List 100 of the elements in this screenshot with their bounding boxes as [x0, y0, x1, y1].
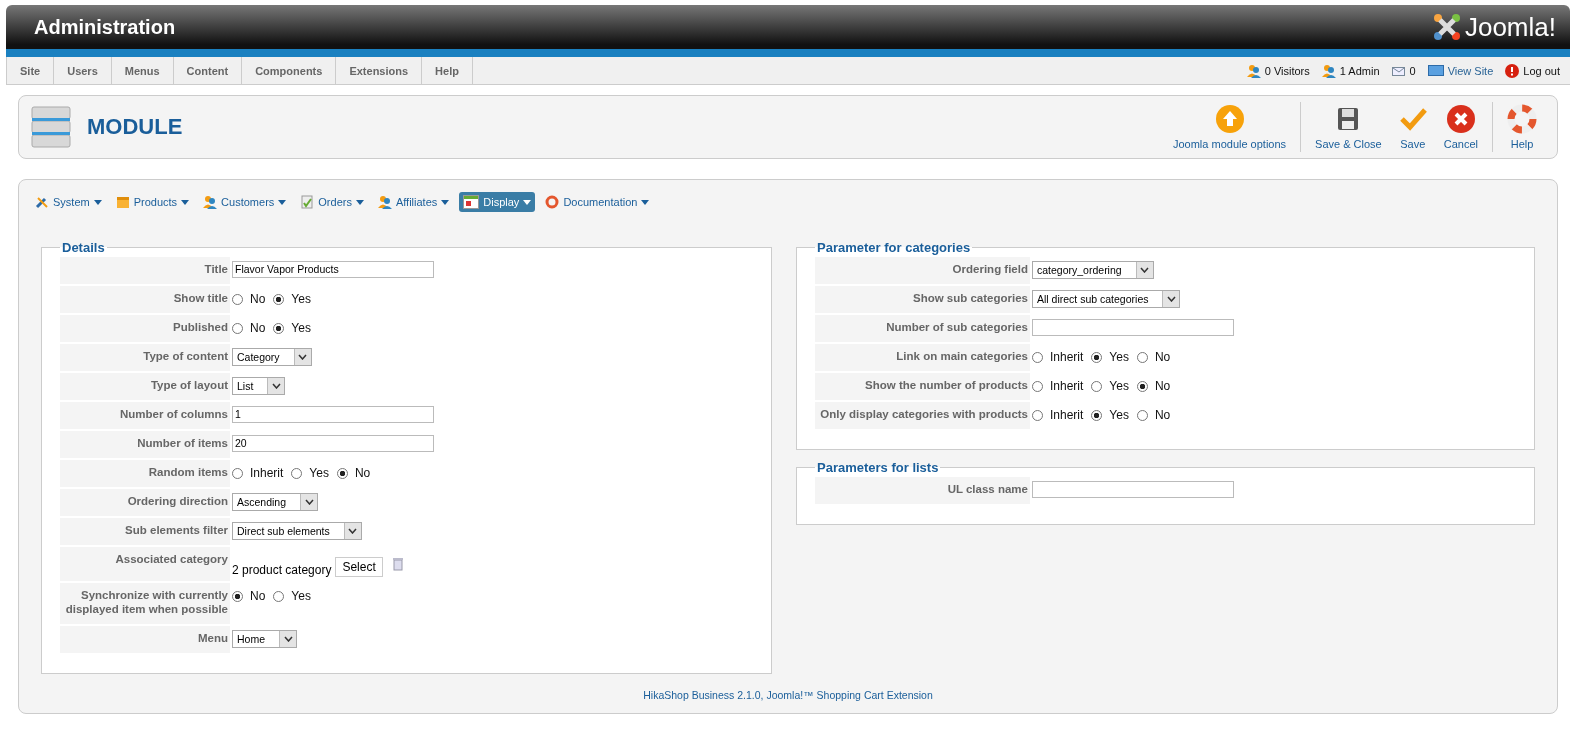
toolbar-button[interactable]: Help: [1499, 104, 1545, 150]
radio-button[interactable]: [1091, 409, 1103, 421]
nav-menu-item[interactable]: Orders: [296, 192, 368, 212]
nav-menu-item[interactable]: Documentation: [541, 192, 654, 212]
nav-menu-item[interactable]: Customers: [199, 192, 291, 212]
radio-button[interactable]: [1091, 380, 1103, 392]
toolbar-button[interactable]: Save & Close: [1307, 104, 1390, 150]
menu-item[interactable]: Menus: [111, 57, 174, 84]
status-link[interactable]: 0 Visitors: [1264, 64, 1310, 77]
radio-button[interactable]: [1136, 409, 1148, 421]
page-title: MODULE: [87, 114, 183, 140]
radio-button[interactable]: [1136, 351, 1148, 363]
select-field[interactable]: Direct sub elements: [232, 522, 362, 540]
select-field[interactable]: Home: [232, 630, 297, 648]
toolbar-button[interactable]: Cancel: [1435, 104, 1486, 150]
radio-label[interactable]: No: [1154, 408, 1171, 422]
radio-label[interactable]: No: [354, 466, 371, 480]
caret-icon: [304, 499, 314, 505]
caret-icon: [93, 199, 102, 205]
select-field[interactable]: Category: [232, 348, 312, 366]
status-link[interactable]: View Site: [1447, 64, 1494, 77]
menu-item[interactable]: Users: [54, 57, 112, 84]
alert-icon: [1505, 63, 1520, 78]
select-field[interactable]: category_ordering: [1032, 261, 1154, 279]
caret-icon: [641, 199, 650, 205]
input-field[interactable]: 1: [232, 406, 434, 423]
nav-menu-item[interactable]: Display: [459, 192, 536, 212]
select-button[interactable]: Select: [335, 557, 383, 577]
field-label: Number of sub categories: [815, 315, 1030, 342]
caret-icon: [441, 199, 450, 205]
radio-button[interactable]: [1032, 351, 1043, 363]
field-label: Type of layout: [60, 373, 230, 400]
select-field[interactable]: All direct sub categories: [1032, 290, 1181, 308]
radio-label[interactable]: Yes: [291, 589, 311, 603]
radio-button[interactable]: [232, 293, 243, 305]
input-field[interactable]: 20: [232, 435, 434, 452]
menu-item[interactable]: Extensions: [336, 57, 423, 84]
field-label: Number of columns: [60, 402, 230, 429]
menu-item[interactable]: Help: [422, 57, 473, 84]
radio-button[interactable]: [273, 293, 285, 305]
radio-button[interactable]: [291, 467, 303, 479]
toolbar-button[interactable]: Joomla module options: [1164, 104, 1295, 150]
field-label: Type of content: [60, 344, 230, 371]
radio-label[interactable]: Yes: [291, 321, 311, 335]
field-label: Associated category: [60, 547, 230, 581]
caret-icon: [1140, 267, 1150, 273]
radio-button[interactable]: [273, 590, 285, 602]
field-label: Link on main categories: [815, 344, 1030, 371]
input-field[interactable]: [1032, 481, 1234, 498]
radio-label[interactable]: Inherit: [1050, 350, 1084, 364]
nav-menu-item[interactable]: Affiliates: [373, 192, 454, 212]
radio-label[interactable]: No: [1154, 350, 1171, 364]
radio-label[interactable]: Inherit: [1050, 379, 1084, 393]
field-label: Random items: [60, 460, 230, 487]
input-field[interactable]: Flavor Vapor Products: [232, 261, 434, 278]
radio-button[interactable]: [1136, 380, 1148, 392]
radio-label[interactable]: Inherit: [1050, 408, 1084, 422]
radio-button[interactable]: [1091, 351, 1103, 363]
field-label: Published: [60, 315, 230, 342]
select-field[interactable]: List: [232, 377, 286, 395]
lifebuoy-icon: [545, 195, 560, 209]
radio-label[interactable]: Yes: [1109, 350, 1129, 364]
status-link[interactable]: Log out: [1523, 64, 1560, 77]
radio-button[interactable]: [232, 590, 243, 602]
radio-button[interactable]: [232, 322, 243, 334]
status-link[interactable]: 0: [1409, 64, 1416, 77]
stack-icon: [31, 105, 71, 149]
menu-item[interactable]: Components: [242, 57, 337, 84]
radio-label[interactable]: No: [250, 292, 266, 306]
radio-button[interactable]: [1032, 409, 1043, 421]
footer-text: HikaShop Business 2.1.0, Joomla!™ Shopping Cart Extension: [642, 689, 934, 703]
trash-icon[interactable]: [392, 557, 403, 571]
toolbar-button[interactable]: Save: [1389, 104, 1436, 150]
status-link[interactable]: 1 Admin: [1339, 64, 1380, 77]
radio-button[interactable]: [336, 467, 348, 479]
field-label: Show sub categories: [815, 286, 1030, 313]
radio-label[interactable]: Inherit: [250, 466, 284, 480]
select-field[interactable]: Ascending: [232, 493, 319, 511]
panel-legend: Details: [60, 240, 107, 255]
radio-label[interactable]: No: [250, 321, 266, 335]
nav-menu-item[interactable]: System: [31, 192, 106, 212]
radio-button[interactable]: [1032, 380, 1043, 392]
radio-label[interactable]: Yes: [1109, 379, 1129, 393]
menu-item[interactable]: Site: [6, 57, 55, 84]
radio-label[interactable]: Yes: [309, 466, 329, 480]
radio-label[interactable]: No: [250, 589, 266, 603]
window-icon: [463, 195, 480, 209]
caret-icon: [298, 354, 308, 360]
radio-button[interactable]: [273, 322, 285, 334]
radio-label[interactable]: Yes: [1109, 408, 1129, 422]
input-field[interactable]: [1032, 319, 1234, 336]
radio-label[interactable]: Yes: [291, 292, 311, 306]
menu-item[interactable]: Content: [173, 57, 243, 84]
radio-label[interactable]: No: [1154, 379, 1171, 393]
field-label: Number of items: [60, 431, 230, 458]
radio-button[interactable]: [232, 467, 243, 479]
field-label: Show title: [60, 286, 230, 313]
panel-legend: Parameter for categories: [815, 240, 973, 255]
nav-menu-item[interactable]: Products: [111, 192, 194, 212]
caret-icon: [271, 383, 281, 389]
